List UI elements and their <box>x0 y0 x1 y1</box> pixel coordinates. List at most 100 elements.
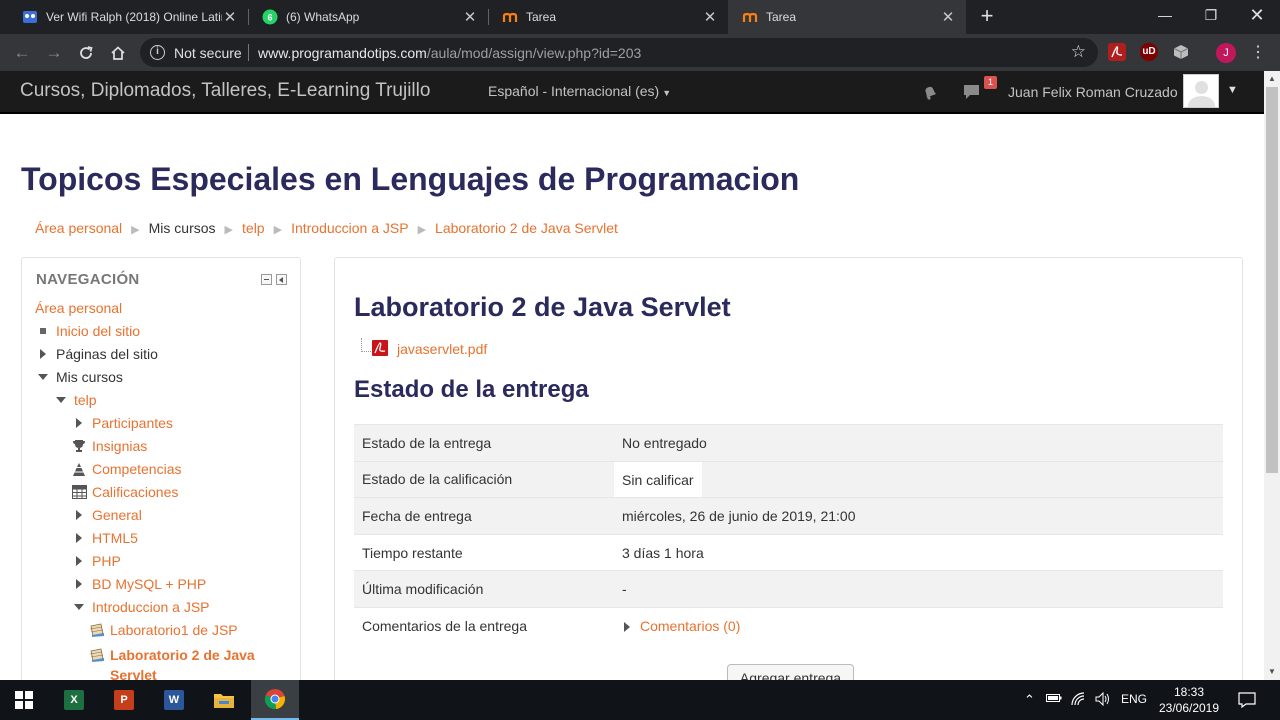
notifications-bell-icon[interactable] <box>921 83 939 101</box>
browser-tab-active[interactable]: Tarea ✕ <box>728 0 966 34</box>
nav-item-label[interactable]: BD MySQL + PHP <box>92 576 206 592</box>
collapse-block-icon[interactable] <box>261 274 272 285</box>
collapse-arrow-icon[interactable] <box>53 393 69 407</box>
breadcrumb-link[interactable]: Laboratorio 2 de Java Servlet <box>435 220 618 236</box>
close-tab-icon[interactable]: ✕ <box>222 8 238 26</box>
nav-item-label[interactable]: Laboratorio1 de JSP <box>110 622 238 638</box>
comments-link[interactable]: Comentarios (0) <box>640 618 740 634</box>
scrollbar-thumb[interactable] <box>1266 87 1278 473</box>
nav-item-label[interactable]: Inicio del sitio <box>56 323 140 339</box>
nav-item-bd-mysql-php[interactable]: BD MySQL + PHP <box>71 576 206 592</box>
close-tab-icon[interactable]: ✕ <box>462 8 478 26</box>
nav-item-label[interactable]: General <box>92 507 142 523</box>
pdf-extension-icon[interactable] <box>1108 43 1126 61</box>
system-clock[interactable]: 18:33 23/06/2019 <box>1150 684 1228 716</box>
forward-button[interactable]: → <box>42 41 66 65</box>
scroll-up-arrow-icon[interactable]: ▲ <box>1264 71 1280 87</box>
back-button[interactable]: ← <box>10 41 34 65</box>
user-menu-caret-icon[interactable]: ▼ <box>1227 84 1238 96</box>
nav-item-label[interactable]: Calificaciones <box>92 484 178 500</box>
site-brand[interactable]: Cursos, Diplomados, Talleres, E-Learning… <box>20 80 430 102</box>
expand-arrow-icon[interactable] <box>71 577 87 591</box>
info-icon[interactable]: i <box>150 45 165 60</box>
new-tab-button[interactable]: + <box>976 5 998 27</box>
nav-item-label[interactable]: Insignias <box>92 438 147 454</box>
browser-tab[interactable]: Tarea ✕ <box>488 0 728 34</box>
tray-chevron-up-icon[interactable]: ⌃ <box>1024 692 1035 708</box>
powerpoint-icon[interactable]: P <box>100 680 148 720</box>
scroll-down-arrow-icon[interactable]: ▼ <box>1264 664 1280 680</box>
nav-item-general[interactable]: General <box>71 507 142 523</box>
input-language[interactable]: ENG <box>1121 692 1147 706</box>
nav-item-paginas-del-sitio[interactable]: Páginas del sitio <box>35 346 158 362</box>
breadcrumb-link[interactable]: Área personal <box>35 220 122 236</box>
nav-item-label[interactable]: HTML5 <box>92 530 138 546</box>
breadcrumb-link[interactable]: telp <box>242 220 265 236</box>
nav-item-introduccion-a-jsp[interactable]: Introduccion a JSP <box>71 599 210 615</box>
word-icon[interactable]: W <box>150 680 198 720</box>
messages-icon[interactable] <box>962 83 982 101</box>
nav-item-inicio-del-sitio[interactable]: Inicio del sitio <box>35 323 140 339</box>
nav-item-label[interactable]: Participantes <box>92 415 173 431</box>
breadcrumb-link[interactable]: Introduccion a JSP <box>291 220 409 236</box>
add-submission-button[interactable]: Agregar entrega <box>727 664 854 680</box>
nav-item-mis-cursos[interactable]: Mis cursos <box>35 369 123 385</box>
address-bar[interactable]: i Not secure www.programandotips.com/aul… <box>140 38 1098 67</box>
wifi-icon[interactable] <box>1071 692 1087 709</box>
restore-button[interactable]: ❐ <box>1188 0 1234 30</box>
bookmark-star-icon[interactable]: ☆ <box>1071 42 1086 62</box>
url-text[interactable]: www.programandotips.com/aula/mod/assign/… <box>258 45 641 61</box>
nav-item-laboratorio2-java-servlet[interactable]: Laboratorio 2 de Java Servlet <box>89 645 255 685</box>
nav-item-participantes[interactable]: Participantes <box>71 415 173 431</box>
minimize-button[interactable]: — <box>1142 0 1188 30</box>
chrome-icon[interactable] <box>251 680 299 720</box>
nav-item-area-personal[interactable]: Área personal <box>35 300 122 316</box>
close-tab-icon[interactable]: ✕ <box>940 8 956 26</box>
dock-block-icon[interactable] <box>276 274 287 285</box>
expand-comments-icon[interactable] <box>624 622 630 633</box>
browser-tab[interactable]: Ver Wifi Ralph (2018) Online Latino ✕ <box>8 0 248 34</box>
reload-button[interactable] <box>74 41 98 65</box>
browser-tab[interactable]: 6 (6) WhatsApp ✕ <box>248 0 488 34</box>
collapse-arrow-icon[interactable] <box>35 370 51 384</box>
nav-item-label-current[interactable]: Laboratorio 2 de Java Servlet <box>110 645 255 685</box>
cube-extension-icon[interactable] <box>1172 43 1190 61</box>
windows-start-icon[interactable] <box>0 680 48 720</box>
nav-item-label[interactable]: Páginas del sitio <box>56 346 158 362</box>
home-button[interactable] <box>106 41 130 65</box>
nav-item-insignias[interactable]: Insignias <box>71 438 147 454</box>
action-center-icon[interactable] <box>1238 692 1256 711</box>
expand-arrow-icon[interactable] <box>71 416 87 430</box>
close-tab-icon[interactable]: ✕ <box>702 8 718 26</box>
nav-item-telp[interactable]: telp <box>53 392 97 408</box>
excel-icon[interactable]: X <box>50 680 98 720</box>
user-avatar[interactable] <box>1183 74 1219 108</box>
expand-arrow-icon[interactable] <box>71 554 87 568</box>
chrome-menu-icon[interactable]: ⋮ <box>1250 42 1266 62</box>
expand-arrow-icon[interactable] <box>35 347 51 361</box>
nav-item-label[interactable]: PHP <box>92 553 121 569</box>
ublock-icon[interactable]: uD <box>1140 43 1158 61</box>
nav-item-label[interactable]: Mis cursos <box>56 369 123 385</box>
file-explorer-icon[interactable] <box>200 680 248 720</box>
nav-item-label[interactable]: Competencias <box>92 461 182 477</box>
nav-item-html5[interactable]: HTML5 <box>71 530 138 546</box>
close-window-button[interactable]: ✕ <box>1234 0 1280 30</box>
file-link[interactable]: javaservlet.pdf <box>397 341 487 357</box>
nav-item-competencias[interactable]: Competencias <box>71 461 182 477</box>
nav-item-label[interactable]: telp <box>74 392 97 408</box>
language-menu[interactable]: Español - Internacional (es) ▼ <box>488 83 671 99</box>
collapse-arrow-icon[interactable] <box>71 600 87 614</box>
nav-item-php[interactable]: PHP <box>71 553 121 569</box>
battery-icon[interactable] <box>1046 692 1062 707</box>
nav-item-label[interactable]: Introduccion a JSP <box>92 599 210 615</box>
profile-avatar[interactable]: J <box>1216 43 1236 63</box>
expand-arrow-icon[interactable] <box>71 531 87 545</box>
nav-item-calificaciones[interactable]: Calificaciones <box>71 484 178 500</box>
volume-icon[interactable] <box>1095 691 1111 709</box>
row-value[interactable]: Comentarios (0) <box>614 606 1223 645</box>
user-name[interactable]: Juan Felix Roman Cruzado <box>1008 84 1178 100</box>
nav-item-laboratorio1-jsp[interactable]: Laboratorio1 de JSP <box>89 622 238 638</box>
expand-arrow-icon[interactable] <box>71 508 87 522</box>
nav-item-label[interactable]: Área personal <box>35 300 122 316</box>
